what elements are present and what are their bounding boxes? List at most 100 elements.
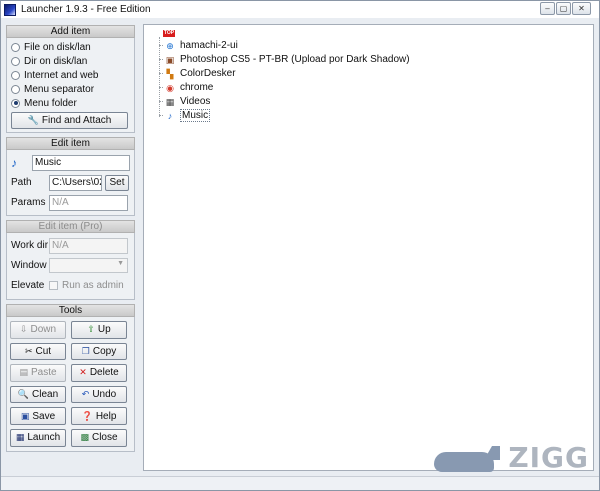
elevate-row: Elevate Run as admin [11, 276, 130, 296]
hamachi-icon: ⊕ [166, 40, 174, 51]
workdir-label: Work dir [11, 240, 49, 252]
undo-icon: ↶ [81, 389, 90, 400]
add-item-section: File on disk/lan Dir on disk/lan Interne… [6, 38, 135, 133]
launch-button[interactable]: ▦ Launch [10, 428, 66, 447]
item-name-input[interactable]: Music [32, 154, 130, 171]
title-bar: Launcher 1.9.3 - Free Edition – ▢ ✕ [1, 1, 599, 18]
floppy-icon: ▣ [20, 410, 30, 421]
tree-item-label: Videos [180, 96, 211, 107]
edit-item-header: Edit item [6, 136, 135, 150]
radio-indicator[interactable] [11, 84, 20, 94]
maximize-button[interactable]: ▢ [556, 2, 571, 15]
paste-button[interactable]: ▤ Paste [10, 364, 66, 382]
radio-indicator[interactable] [11, 43, 20, 53]
menu-tree-view[interactable]: TOP ⊕ hamachi-2-ui ▣ Photoshop CS5 - PT-… [143, 24, 594, 471]
radio-label: Menu folder [24, 97, 77, 109]
zigg-watermark: ZIGG [434, 441, 589, 474]
radio-dir-on-disk[interactable]: Dir on disk/lan [11, 55, 130, 69]
cut-button[interactable]: ✂ Cut [10, 342, 66, 361]
find-and-attach-button[interactable]: 🔧 Find and Attach [11, 111, 128, 129]
tree-item-videos[interactable]: ▦ Videos [158, 95, 211, 108]
path-input[interactable]: C:\Users\02\ [49, 174, 102, 191]
radio-file-on-disk[interactable]: File on disk/lan [11, 41, 130, 55]
tree-item-chrome[interactable]: ◉ chrome [158, 81, 214, 94]
save-label: Save [32, 410, 56, 422]
magnifier-icon: 🔍 [17, 389, 30, 400]
undo-label: Undo [92, 389, 117, 401]
colordesker-icon: ▚ [166, 68, 174, 79]
delete-button[interactable]: ✕ Delete [71, 364, 127, 382]
photoshop-icon: ▣ [165, 54, 175, 65]
tree-item-photoshop[interactable]: ▣ Photoshop CS5 - PT-BR (Upload por Dark… [159, 53, 410, 66]
close-button[interactable]: ▩ Close [71, 428, 127, 447]
clean-button[interactable]: 🔍 Clean [10, 385, 66, 404]
delete-label: Delete [89, 367, 119, 379]
tools-grid: ⇩ Down ⇧ Up ✂ Cut ❐ Copy ▤ Paste ✕ Delet… [7, 317, 134, 451]
radio-label: Menu separator [24, 83, 95, 95]
cut-label: Cut [35, 345, 52, 357]
close-label: Close [91, 432, 118, 444]
window-title: Launcher 1.9.3 - Free Edition [21, 4, 151, 15]
radio-indicator[interactable] [11, 57, 20, 67]
params-label: Params [11, 197, 46, 209]
copy-label: Copy [92, 345, 117, 357]
tree-item-music[interactable]: ♪ Music [158, 109, 211, 122]
find-attach-icon: 🔧 [27, 114, 39, 125]
radio-label: File on disk/lan [24, 42, 91, 54]
scissors-icon: ✂ [24, 345, 33, 356]
down-label: Down [30, 324, 57, 336]
tree-connector [159, 37, 160, 117]
launch-icon: ▦ [15, 432, 25, 443]
radio-indicator[interactable] [11, 70, 20, 80]
minimize-button[interactable]: – [540, 2, 555, 15]
run-as-admin-checkbox [49, 281, 58, 291]
elevate-label: Elevate [11, 280, 45, 292]
set-path-button[interactable]: Set [105, 174, 129, 191]
close-app-icon: ▩ [80, 432, 89, 443]
copy-button[interactable]: ❐ Copy [71, 342, 127, 361]
window-controls: – ▢ ✕ [540, 2, 591, 15]
copy-icon: ❐ [81, 345, 90, 356]
window-label: Window [11, 260, 47, 272]
delete-icon: ✕ [79, 367, 87, 378]
params-row: Params N/A [11, 193, 130, 213]
find-and-attach-label: Find and Attach [41, 114, 112, 126]
window-row: Window ▼ [11, 256, 130, 276]
edit-item-pro-section: Work dir N/A Window ▼ Elevate Run as adm… [6, 232, 135, 300]
up-button[interactable]: ⇧ Up [71, 320, 127, 339]
params-input[interactable]: N/A [49, 194, 128, 211]
video-icon: ▦ [165, 96, 175, 107]
tree-item-colordesker[interactable]: ▚ ColorDesker [159, 67, 236, 80]
tree-item-label: chrome [180, 82, 214, 93]
music-note-icon: ♪ [11, 155, 17, 170]
music-note-icon: ♪ [167, 110, 173, 121]
path-label: Path [11, 177, 32, 189]
up-label: Up [97, 324, 111, 336]
tree-item-hamachi[interactable]: ⊕ hamachi-2-ui [159, 39, 238, 52]
left-panel: Add item File on disk/lan Dir on disk/la… [6, 25, 135, 452]
tree-item-label: ColorDesker [180, 68, 236, 79]
tree-item-label: Photoshop CS5 - PT-BR (Upload por Dark S… [180, 54, 410, 65]
launch-label: Launch [27, 432, 61, 444]
tree-item-label: Music [180, 109, 211, 122]
save-button[interactable]: ▣ Save [10, 407, 66, 425]
top-root-icon[interactable]: TOP [163, 30, 175, 37]
help-icon: ❓ [81, 410, 93, 421]
radio-indicator[interactable] [11, 98, 20, 108]
down-button[interactable]: ⇩ Down [10, 320, 66, 339]
close-window-button[interactable]: ✕ [572, 2, 591, 15]
arrow-down-icon: ⇩ [19, 324, 28, 335]
window-mode-select: ▼ [49, 258, 128, 274]
workdir-input: N/A [49, 237, 128, 254]
chevron-down-icon: ▼ [117, 260, 124, 268]
radio-menu-folder[interactable]: Menu folder [11, 96, 130, 110]
add-item-header: Add item [6, 25, 135, 38]
radio-menu-separator[interactable]: Menu separator [11, 82, 130, 96]
help-button[interactable]: ❓ Help [71, 407, 127, 425]
paste-icon: ▤ [19, 367, 28, 378]
name-row: ♪ Music [11, 153, 130, 173]
clean-label: Clean [32, 389, 59, 401]
undo-button[interactable]: ↶ Undo [71, 385, 127, 404]
run-as-admin-label: Run as admin [62, 280, 124, 292]
radio-internet-web[interactable]: Internet and web [11, 69, 130, 83]
